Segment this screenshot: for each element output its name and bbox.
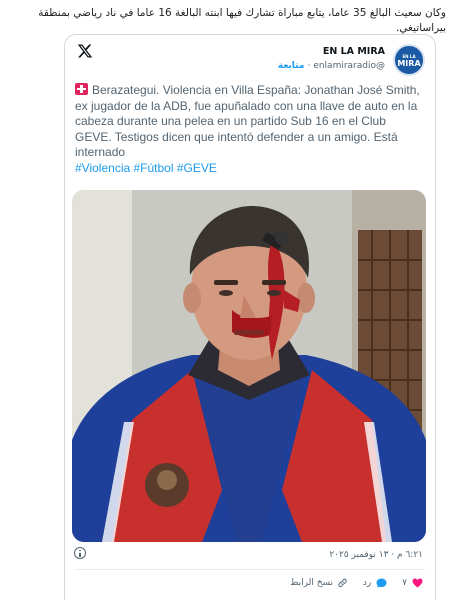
- divider: [75, 569, 425, 570]
- reply-label: رد: [362, 578, 372, 588]
- post-actions: ٧ رد نسخ الرابط: [278, 578, 423, 591]
- like-count: ٧: [402, 578, 407, 588]
- heart-icon: [412, 578, 423, 588]
- post-photo[interactable]: [72, 190, 426, 542]
- post-text: Berazategui. Violencia en Villa España: …: [75, 83, 423, 176]
- copy-link-button[interactable]: نسخ الرابط: [290, 578, 348, 588]
- post-timestamp[interactable]: ٦:٢١ م · ١٣ نوفمبر ٢٠٢٥: [329, 550, 423, 560]
- author-handle[interactable]: @enlamiraradio: [313, 61, 385, 71]
- article-caption: وكان سعيث البالغ 35 عاما، يتابع مباراة ت…: [38, 7, 446, 34]
- red-cross-icon: [75, 83, 88, 95]
- embedded-post[interactable]: EN LA MIRA EN LA MIRA @enlamiraradio·متا…: [64, 34, 436, 600]
- info-icon[interactable]: [74, 547, 86, 559]
- author-line: @enlamiraradio·متابعة: [277, 61, 385, 71]
- hashtags-link[interactable]: #Violencia #Fútbol #GEVE: [75, 161, 217, 175]
- avatar[interactable]: EN LA MIRA: [393, 44, 425, 76]
- reply-icon: [376, 578, 387, 588]
- avatar-text-main: MIRA: [397, 59, 421, 68]
- author-name[interactable]: EN LA MIRA: [323, 46, 385, 57]
- link-icon: [338, 578, 347, 588]
- x-logo-icon[interactable]: [77, 43, 93, 59]
- copy-link-label: نسخ الرابط: [290, 578, 334, 588]
- reply-button[interactable]: رد: [363, 578, 387, 588]
- like-button[interactable]: ٧: [402, 578, 423, 588]
- follow-button[interactable]: متابعة: [278, 61, 305, 71]
- post-body: Berazategui. Violencia en Villa España: …: [75, 83, 420, 159]
